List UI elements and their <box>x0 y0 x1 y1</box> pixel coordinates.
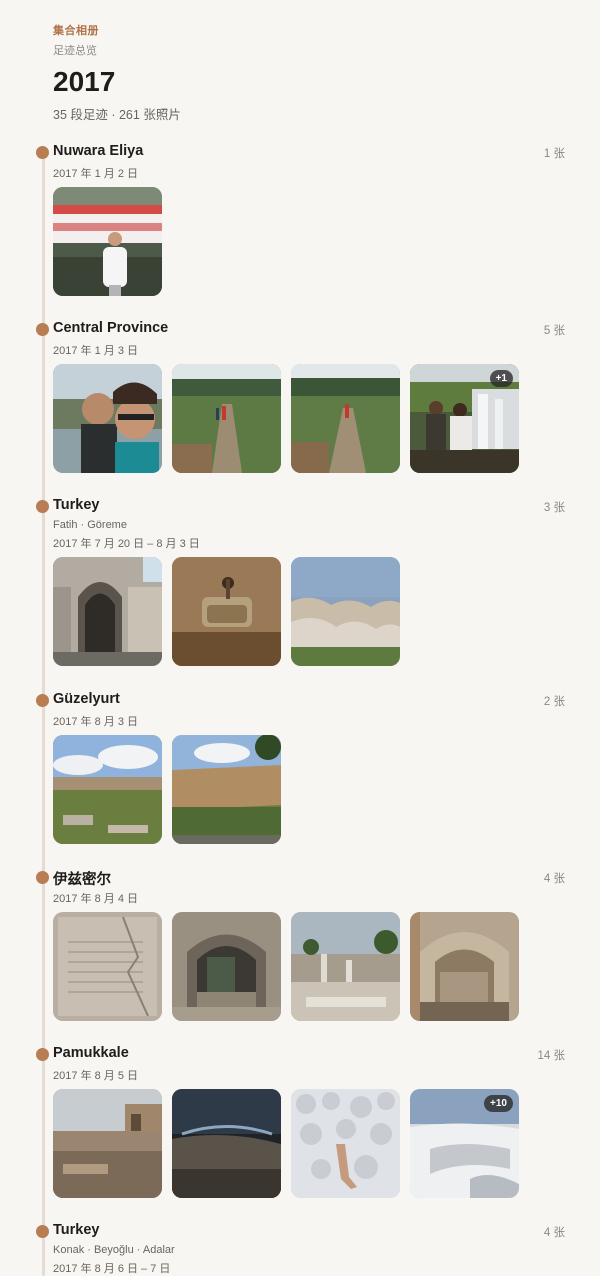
page-header: 集合相册 足迹总览 2017 35 段足迹 · 261 张照片 <box>53 22 181 123</box>
photo-thumbnail[interactable] <box>291 1089 400 1198</box>
timeline-dot <box>36 500 49 513</box>
photo-thumbnail[interactable] <box>53 364 162 473</box>
timeline-dot <box>36 323 49 336</box>
trip-date: 2017 年 8 月 4 日 <box>53 893 138 905</box>
timeline-dot <box>36 1225 49 1238</box>
timeline-dot <box>36 694 49 707</box>
timeline-dot <box>36 146 49 159</box>
photo-count: 2 张 <box>543 696 565 708</box>
photo-count: 4 张 <box>543 873 565 885</box>
overview-label: 足迹总览 <box>53 45 97 57</box>
photo-thumbnail[interactable] <box>172 364 281 473</box>
photo-strip <box>53 557 400 666</box>
photo-thumbnail[interactable] <box>53 1089 162 1198</box>
trip-date: 2017 年 8 月 6 日 – 7 日 <box>53 1263 171 1275</box>
photo-strip: +10 <box>53 1089 519 1198</box>
timeline-line <box>41 152 45 1276</box>
timeline-dot <box>36 871 49 884</box>
photo-thumbnail[interactable]: +10 <box>410 1089 519 1198</box>
photo-thumbnail[interactable] <box>53 912 162 1021</box>
photo-thumbnail[interactable] <box>172 912 281 1021</box>
photo-strip <box>53 912 519 1021</box>
trip-place: Turkey <box>53 497 100 513</box>
photo-strip <box>53 735 281 844</box>
timeline-dot <box>36 1048 49 1061</box>
photo-thumbnail[interactable] <box>291 364 400 473</box>
photo-thumbnail[interactable] <box>53 557 162 666</box>
photo-thumbnail[interactable] <box>172 557 281 666</box>
photo-thumbnail[interactable]: +1 <box>410 364 519 473</box>
photo-thumbnail[interactable] <box>172 1089 281 1198</box>
photo-strip <box>53 187 162 296</box>
trip-subplaces: Konak · Beyoğlu · Adalar <box>53 1244 175 1256</box>
photo-count: 5 张 <box>543 325 565 337</box>
trip-date: 2017 年 1 月 2 日 <box>53 168 138 180</box>
photo-count: 4 张 <box>543 1227 565 1239</box>
photo-thumbnail[interactable] <box>410 912 519 1021</box>
photo-count: 3 张 <box>543 502 565 514</box>
trip-place: Central Province <box>53 320 169 336</box>
photo-thumbnail[interactable] <box>53 187 162 296</box>
trip-place: Pamukkale <box>53 1045 129 1061</box>
photo-count: 1 张 <box>543 148 565 160</box>
trip-place: 伊兹密尔 <box>53 872 111 888</box>
trip-date: 2017 年 8 月 3 日 <box>53 716 138 728</box>
trip-date: 2017 年 7 月 20 日 – 8 月 3 日 <box>53 538 200 550</box>
more-photos-badge: +1 <box>489 370 513 387</box>
photo-thumbnail[interactable] <box>53 735 162 844</box>
trip-place: Güzelyurt <box>53 691 120 707</box>
photo-count: 14 张 <box>537 1050 566 1062</box>
trip-place: Nuwara Eliya <box>53 143 144 159</box>
more-photos-badge: +10 <box>484 1095 513 1112</box>
year-title: 2017 <box>53 66 116 97</box>
photo-thumbnail[interactable] <box>291 557 400 666</box>
trip-place: Turkey <box>53 1222 100 1238</box>
collection-label: 集合相册 <box>53 25 99 37</box>
trip-subplaces: Fatih · Göreme <box>53 519 127 531</box>
photo-thumbnail[interactable] <box>172 735 281 844</box>
trip-date: 2017 年 8 月 5 日 <box>53 1070 138 1082</box>
photo-strip: +1 <box>53 364 519 473</box>
summary-text: 35 段足迹 · 261 张照片 <box>53 108 181 122</box>
trip-date: 2017 年 1 月 3 日 <box>53 345 138 357</box>
photo-thumbnail[interactable] <box>291 912 400 1021</box>
